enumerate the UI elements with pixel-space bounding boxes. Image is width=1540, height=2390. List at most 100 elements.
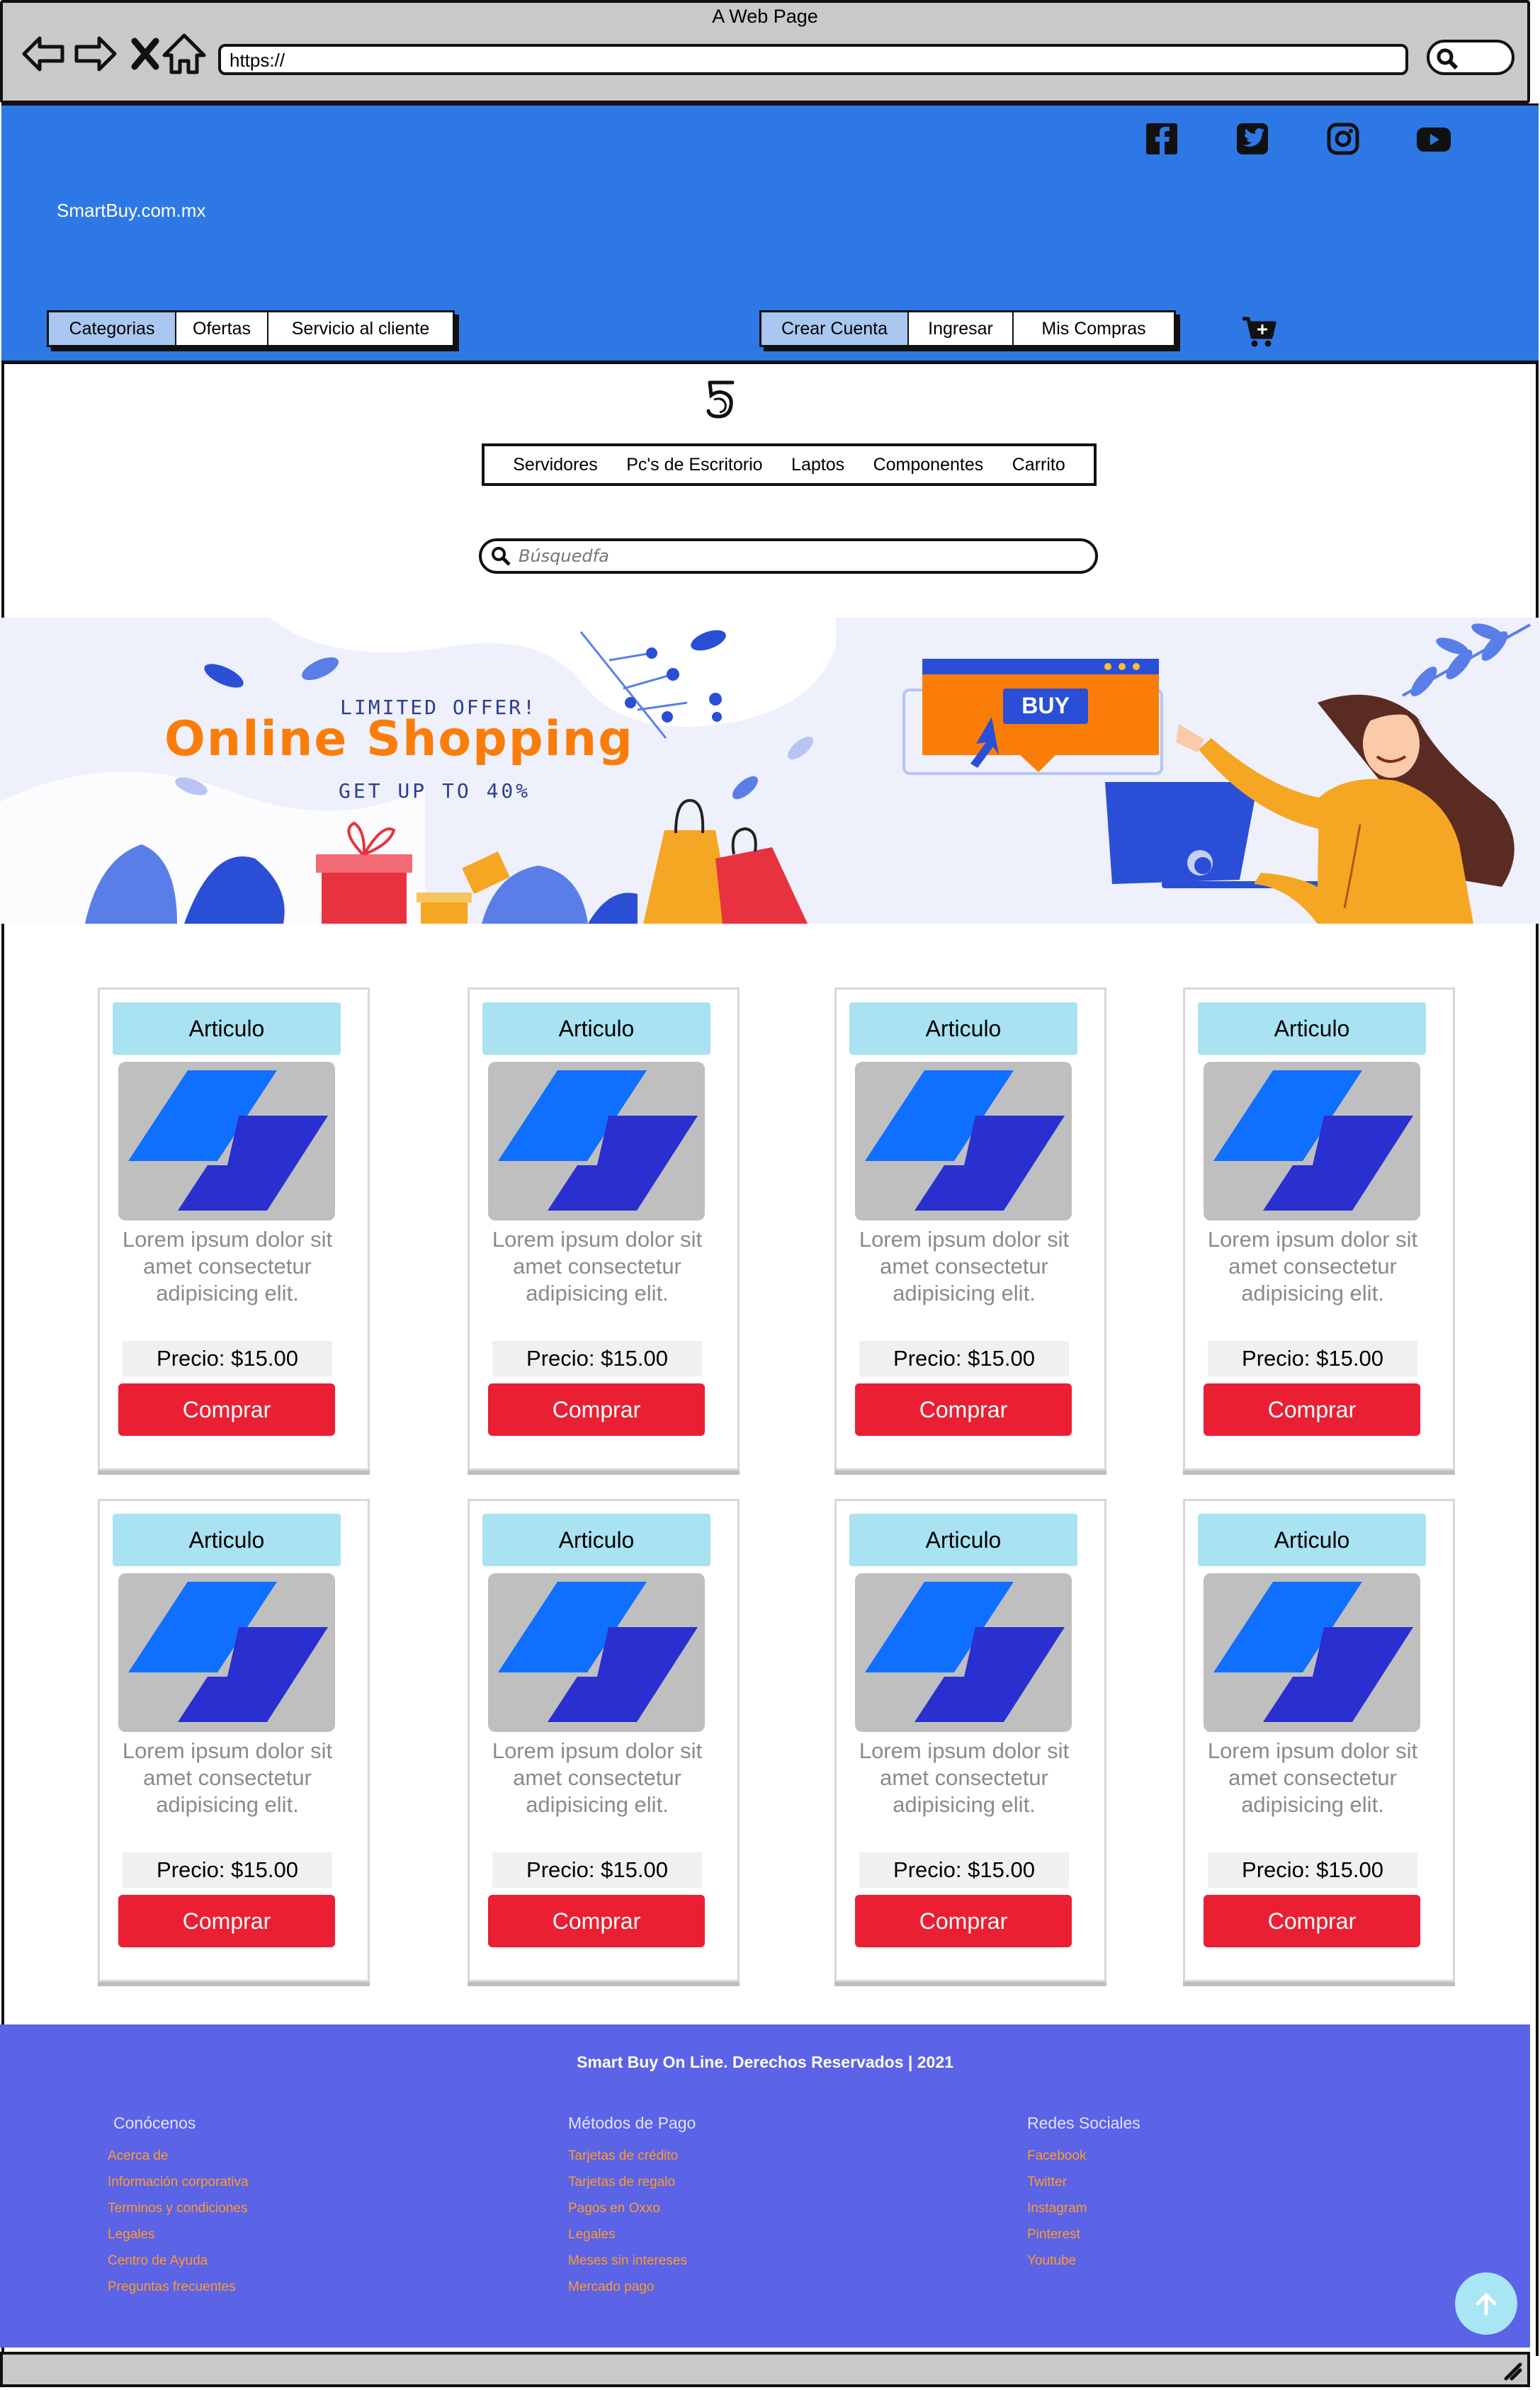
footer-heading: Métodos de Pago xyxy=(568,2114,696,2132)
back-icon[interactable] xyxy=(18,28,69,79)
buy-button[interactable]: Comprar xyxy=(1204,1383,1420,1436)
footer-link[interactable]: Pinterest xyxy=(1027,2221,1140,2248)
nav-ingresar[interactable]: Ingresar xyxy=(909,312,1014,345)
buy-button[interactable]: Comprar xyxy=(1204,1895,1420,1947)
product-card[interactable]: Articulo Lorem ipsum dolor sit amet conse… xyxy=(98,987,370,1471)
url-text: https:// xyxy=(230,50,285,71)
product-price: Precio: $15.00 xyxy=(123,1852,332,1888)
footer-link[interactable]: Preguntas frecuentes xyxy=(108,2274,249,2300)
footer-col-conocenos: Conócenos Acerca de Información corporat… xyxy=(108,2114,249,2300)
product-image-icon xyxy=(865,1582,1065,1722)
subnav-pcs-escritorio[interactable]: Pc's de Escritorio xyxy=(626,455,762,475)
logo-5-icon xyxy=(706,380,735,419)
product-title: Articulo xyxy=(482,1002,710,1055)
footer-link[interactable]: Instagram xyxy=(1027,2195,1140,2221)
product-image-icon xyxy=(1213,1582,1413,1722)
product-price: Precio: $15.00 xyxy=(123,1341,332,1376)
product-title: Articulo xyxy=(1198,1002,1426,1055)
product-price: Precio: $15.00 xyxy=(1208,1852,1417,1888)
facebook-icon[interactable] xyxy=(1142,119,1182,159)
footer-link[interactable]: Tarjetas de crédito xyxy=(568,2143,696,2169)
main-nav: Categorias Ofertas Servicio al cliente xyxy=(47,310,455,347)
footer-link[interactable]: Pagos en Oxxo xyxy=(568,2195,696,2221)
search-input[interactable] xyxy=(519,546,1071,566)
nav-crear-cuenta[interactable]: Crear Cuenta xyxy=(761,312,909,345)
footer-link[interactable]: Meses sin intereses xyxy=(568,2248,696,2274)
product-title: Articulo xyxy=(849,1002,1077,1055)
product-image-icon xyxy=(498,1582,698,1722)
banner-illustration: BUY xyxy=(0,618,1531,924)
product-image-icon xyxy=(128,1070,328,1211)
footer-link[interactable]: Acerca de xyxy=(108,2143,249,2169)
footer-link[interactable]: Twitter xyxy=(1027,2169,1140,2195)
product-image[interactable] xyxy=(1204,1573,1420,1732)
search-icon xyxy=(492,547,511,566)
product-image[interactable] xyxy=(488,1062,705,1221)
product-card[interactable]: Articulo Lorem ipsum dolor sit amet conse… xyxy=(834,987,1106,1471)
buy-button[interactable]: Comprar xyxy=(118,1383,335,1436)
buy-button[interactable]: Comprar xyxy=(855,1895,1072,1947)
youtube-icon[interactable] xyxy=(1414,119,1454,159)
product-title: Articulo xyxy=(1198,1514,1426,1566)
buy-button[interactable]: Comprar xyxy=(488,1895,705,1947)
footer-link[interactable]: Legales xyxy=(568,2221,696,2248)
brand-name[interactable]: SmartBuy.com.mx xyxy=(57,200,205,222)
nav-categorias[interactable]: Categorias xyxy=(49,312,176,345)
product-image[interactable] xyxy=(855,1573,1072,1732)
product-card[interactable]: Articulo Lorem ipsum dolor sit amet conse… xyxy=(98,1499,370,1982)
buy-button[interactable]: Comprar xyxy=(488,1383,705,1436)
product-image[interactable] xyxy=(118,1062,335,1221)
subnav-laptos[interactable]: Laptos xyxy=(791,455,844,475)
product-image[interactable] xyxy=(488,1573,705,1732)
footer-link[interactable]: Facebook xyxy=(1027,2143,1140,2169)
subnav-carrito[interactable]: Carrito xyxy=(1012,455,1065,475)
product-price: Precio: $15.00 xyxy=(1208,1341,1417,1376)
product-image-icon xyxy=(128,1582,328,1722)
product-card[interactable]: Articulo Lorem ipsum dolor sit amet conse… xyxy=(1183,1499,1455,1982)
back-to-top-button[interactable] xyxy=(1455,2272,1517,2335)
home-icon[interactable] xyxy=(159,28,210,79)
resize-grip-icon[interactable] xyxy=(1502,2360,1523,2381)
forward-icon[interactable] xyxy=(69,28,120,79)
product-image[interactable] xyxy=(118,1573,335,1732)
product-description: Lorem ipsum dolor sit amet consectetur a… xyxy=(492,1738,703,1817)
product-title: Articulo xyxy=(113,1002,341,1055)
product-title: Articulo xyxy=(482,1514,710,1566)
logo-5[interactable] xyxy=(701,378,740,421)
product-image-icon xyxy=(498,1070,698,1211)
footer-link[interactable]: Youtube xyxy=(1027,2248,1140,2274)
banner-buy-label: BUY xyxy=(1021,693,1070,718)
footer-link[interactable]: Tarjetas de regalo xyxy=(568,2169,696,2195)
product-description: Lorem ipsum dolor sit amet consectetur a… xyxy=(859,1227,1070,1306)
nav-mis-compras[interactable]: Mis Compras xyxy=(1014,312,1174,345)
browser-search[interactable] xyxy=(1427,40,1514,75)
product-image[interactable] xyxy=(1204,1062,1420,1221)
url-bar[interactable]: https:// xyxy=(218,44,1408,75)
product-description: Lorem ipsum dolor sit amet consectetur a… xyxy=(122,1227,333,1306)
product-price: Precio: $15.00 xyxy=(859,1341,1069,1376)
copyright: Smart Buy On Line. Derechos Reservados |… xyxy=(577,2053,953,2071)
footer-link[interactable]: Terminos y condiciones xyxy=(108,2195,249,2221)
twitter-icon[interactable] xyxy=(1233,119,1272,159)
search-bar xyxy=(479,538,1098,574)
footer-link[interactable]: Centro de Ayuda xyxy=(108,2248,249,2274)
product-card[interactable]: Articulo Lorem ipsum dolor sit amet conse… xyxy=(1183,987,1455,1471)
footer-link[interactable]: Legales xyxy=(108,2221,249,2248)
cart-icon[interactable] xyxy=(1241,315,1276,349)
buy-button[interactable]: Comprar xyxy=(118,1895,335,1947)
nav-ofertas[interactable]: Ofertas xyxy=(176,312,268,345)
nav-servicio-cliente[interactable]: Servicio al cliente xyxy=(268,312,453,345)
buy-button[interactable]: Comprar xyxy=(855,1383,1072,1436)
banner-subline: GET UP TO 40% xyxy=(339,779,531,803)
subnav-servidores[interactable]: Servidores xyxy=(513,455,598,475)
subnav-componentes[interactable]: Componentes xyxy=(873,455,984,475)
banner-headline: Online Shopping xyxy=(164,711,634,767)
product-card[interactable]: Articulo Lorem ipsum dolor sit amet conse… xyxy=(468,987,740,1471)
product-image[interactable] xyxy=(855,1062,1072,1221)
product-card[interactable]: Articulo Lorem ipsum dolor sit amet conse… xyxy=(834,1499,1106,1982)
promo-banner[interactable]: BUY LIMITED OFFER! Online Shopping GET U… xyxy=(0,618,1540,924)
footer-link[interactable]: Información corporativa xyxy=(108,2169,249,2195)
footer-link[interactable]: Mercado pago xyxy=(568,2274,696,2300)
instagram-icon[interactable] xyxy=(1323,119,1363,159)
product-card[interactable]: Articulo Lorem ipsum dolor sit amet conse… xyxy=(468,1499,740,1982)
